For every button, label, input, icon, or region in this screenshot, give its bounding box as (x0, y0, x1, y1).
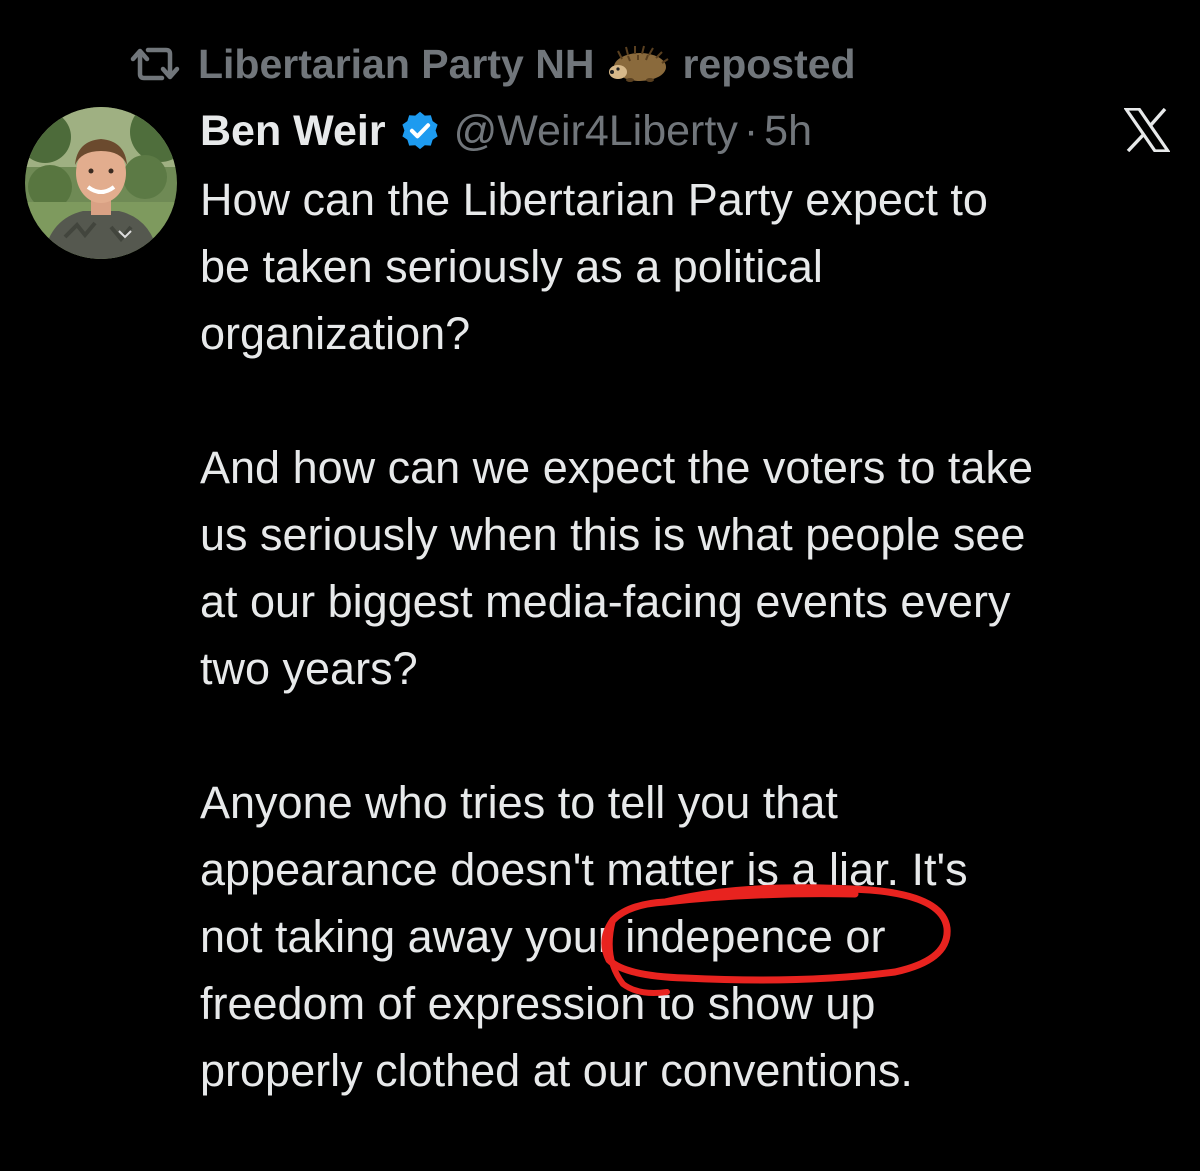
text-line: organization? (200, 308, 471, 359)
hedgehog-emoji-icon (609, 45, 670, 82)
text-line: us seriously when this is what people se… (200, 509, 1026, 560)
text-line: properly clothed at our conventions. (200, 1045, 913, 1096)
author-name[interactable]: Ben Weir (200, 107, 386, 156)
tweet-paragraph: How can the Libertarian Party expect to … (200, 166, 1190, 367)
text-line: at our biggest media-facing events every (200, 576, 1011, 627)
x-logo-icon[interactable] (1124, 108, 1170, 152)
tweet-text: How can the Libertarian Party expect to … (200, 166, 1190, 1171)
text-line: not taking away your indepence or (200, 911, 886, 962)
text-line: And how can we expect the voters to take (200, 442, 1033, 493)
text-line: Anyone who tries to tell you that (200, 777, 838, 828)
repost-icon (130, 47, 180, 81)
repost-suffix: reposted (682, 40, 856, 87)
avatar-photo (25, 107, 177, 259)
avatar[interactable] (25, 107, 177, 259)
text-line: appearance doesn't matter is a liar. It'… (200, 844, 968, 895)
text-line: two years? (200, 643, 418, 694)
text-line: be taken seriously as a political (200, 241, 823, 292)
tweet-header: Ben Weir @Weir4Liberty · 5h (200, 103, 812, 159)
post-timestamp[interactable]: 5h (764, 107, 812, 156)
author-handle[interactable]: @Weir4Liberty (454, 107, 738, 156)
text-line: freedom of expression to show up (200, 978, 876, 1029)
separator-dot: · (743, 106, 759, 155)
verified-badge-icon (401, 111, 438, 150)
repost-account-name[interactable]: Libertarian Party NH (198, 41, 594, 88)
tweet-paragraph: Anyone who tries to tell you that appear… (200, 769, 1190, 1104)
tweet-paragraph: And how can we expect the voters to take… (200, 434, 1190, 702)
text-line: How can the Libertarian Party expect to (200, 174, 988, 225)
repost-banner[interactable]: Libertarian Party NH reposted (130, 40, 856, 88)
